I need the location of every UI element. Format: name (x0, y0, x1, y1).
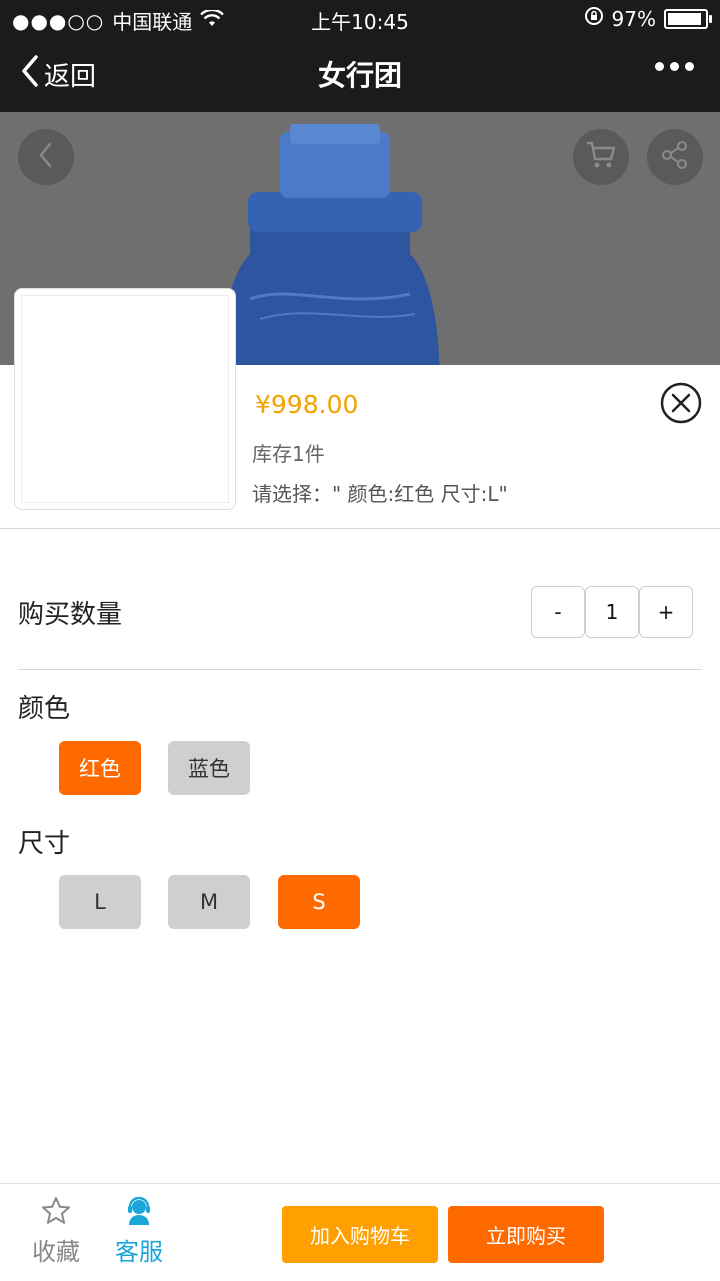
bottom-action-bar: 收藏 客服 加入购物车 立即购买 (0, 1183, 720, 1281)
status-right: 97% (584, 6, 712, 31)
more-icon[interactable] (655, 62, 694, 71)
hero-cart-button[interactable] (573, 129, 629, 185)
size-option-m[interactable]: M (168, 875, 250, 929)
share-icon (660, 140, 690, 174)
size-label: 尺寸 (18, 829, 71, 859)
add-to-cart-button[interactable]: 加入购物车 (282, 1206, 438, 1263)
buy-now-button[interactable]: 立即购买 (448, 1206, 604, 1263)
size-option-l[interactable]: L (59, 875, 141, 929)
close-sheet-button[interactable] (660, 382, 702, 424)
quantity-label: 购买数量 (18, 600, 123, 630)
battery-icon (664, 8, 712, 29)
battery-percent: 97% (611, 6, 656, 31)
favorite-button[interactable]: 收藏 (21, 1196, 91, 1267)
quantity-increase-button[interactable]: + (639, 586, 693, 638)
customer-service-button[interactable]: 客服 (104, 1196, 174, 1267)
divider (18, 669, 702, 670)
navigation-bar: 返回 女行团 (0, 36, 720, 112)
selected-spec: 请选择：" 颜色:红色 尺寸:L" (252, 482, 508, 506)
quantity-stepper: - 1 + (531, 586, 693, 638)
product-stock: 库存1件 (252, 442, 325, 466)
customer-service-icon (124, 1196, 154, 1230)
close-icon (660, 382, 702, 428)
customer-service-label: 客服 (115, 1238, 163, 1266)
quantity-decrease-button[interactable]: - (531, 586, 585, 638)
favorite-label: 收藏 (32, 1238, 80, 1266)
rotation-lock-icon (584, 6, 604, 31)
hero-back-button[interactable] (18, 129, 74, 185)
divider (0, 528, 720, 529)
product-price: ¥998.00 (255, 390, 359, 419)
product-thumbnail (14, 288, 236, 510)
color-option-red[interactable]: 红色 (59, 741, 141, 795)
chevron-left-icon (36, 141, 56, 173)
page-title: 女行团 (317, 59, 402, 92)
cart-icon (585, 140, 617, 174)
hero-share-button[interactable] (647, 129, 703, 185)
status-bar: ●●●○○ 中国联通 上午10:45 97% (0, 0, 720, 36)
quantity-input[interactable]: 1 (585, 586, 639, 638)
star-icon (41, 1196, 71, 1230)
color-option-blue[interactable]: 蓝色 (168, 741, 250, 795)
color-label: 颜色 (18, 694, 71, 724)
size-option-s[interactable]: S (278, 875, 360, 929)
